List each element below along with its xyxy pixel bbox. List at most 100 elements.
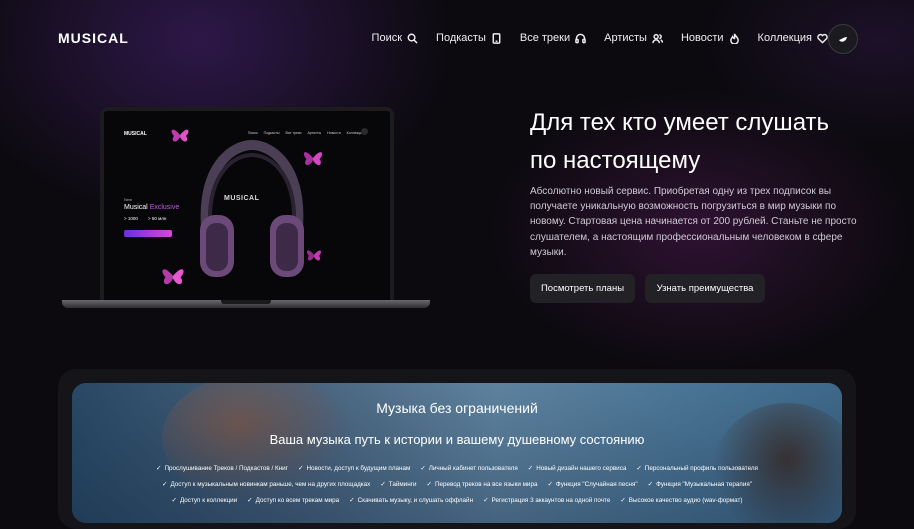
feature-label: Скачивать музыку, и слушать оффлайн xyxy=(357,496,474,504)
feature-item: ✓ Новый дизайн нашего сервиса xyxy=(527,464,627,473)
feature-label: Доступ ко всем трекам мира xyxy=(255,496,340,504)
check-icon: ✓ xyxy=(647,481,654,488)
mini-nav-item: Подкасты xyxy=(263,131,280,135)
feature-label: Персональный профиль пользователя xyxy=(644,464,758,472)
nav-label: Все треки xyxy=(519,32,571,44)
check-icon: ✓ xyxy=(247,497,253,504)
nav-collection[interactable]: Коллекция xyxy=(758,32,828,44)
headphones-icon xyxy=(575,33,586,43)
check-icon: ✓ xyxy=(420,465,426,472)
nav-label: Новости xyxy=(680,32,724,44)
features-row: ✓ Прослушивание Треков / Подкастов / Книг… xyxy=(72,464,842,473)
logo[interactable]: MUSICAL xyxy=(58,30,129,46)
mini-logo: MUSICAL xyxy=(124,131,147,137)
avatar-button[interactable] xyxy=(828,24,858,54)
feature-label: Доступ к коллекции xyxy=(179,496,238,504)
features-banner: Музыка без ограничений Ваша музыка путь … xyxy=(72,383,842,523)
check-icon: ✓ xyxy=(483,497,489,504)
mini-nav: Поиск Подкасты Все треки Артисты Новости… xyxy=(248,131,364,135)
feature-item: ✓ Скачивать музыку, и слушать оффлайн xyxy=(349,496,474,505)
mini-avatar xyxy=(361,128,368,135)
check-icon: ✓ xyxy=(620,497,626,504)
banner-title: Музыка без ограничений xyxy=(376,400,538,416)
butterfly-image xyxy=(306,250,322,261)
feature-label: Функция "Случайная песня" xyxy=(555,480,638,488)
check-icon: ✓ xyxy=(161,481,168,488)
feature-item: ✓ Функция "Случайная песня" xyxy=(547,480,638,489)
mini-stat: > 1000 xyxy=(124,216,138,221)
feature-item: ✓ Персональный профиль пользователя xyxy=(636,464,758,473)
feature-item: ✓ Прослушивание Треков / Подкастов / Книг xyxy=(156,464,288,473)
feature-item: ✓ Перевод треков на все языки мира xyxy=(426,480,538,489)
feature-item: ✓ Доступ к коллекции xyxy=(171,496,238,505)
check-icon: ✓ xyxy=(297,465,304,472)
headphones-image xyxy=(200,139,304,277)
mini-nav-item: Поиск xyxy=(247,131,258,135)
nav-all-tracks[interactable]: Все треки xyxy=(520,32,586,44)
headphones-brand: MUSICAL xyxy=(224,195,260,202)
check-icon: ✓ xyxy=(636,465,642,472)
nav-podcasts[interactable]: Подкасты xyxy=(436,32,502,44)
feature-label: Новый дизайн нашего сервиса xyxy=(536,464,627,472)
feature-label: Регистрация 3 аккаунтов на одной почте xyxy=(491,496,611,504)
feature-item: ✓ Регистрация 3 аккаунтов на одной почте xyxy=(483,496,611,505)
nav-label: Поиск xyxy=(371,32,403,44)
banner-subtitle: Ваша музыка путь к истории и вашему душе… xyxy=(269,432,645,447)
mini-stat: > 50 млн xyxy=(148,216,167,221)
check-icon: ✓ xyxy=(156,465,162,472)
laptop-screen: MUSICAL Поиск Подкасты Все треки Артисты… xyxy=(104,111,390,300)
nav-label: Артисты xyxy=(604,32,647,44)
feature-item: ✓ Доступ ко всем трекам мира xyxy=(247,496,340,505)
butterfly-image xyxy=(303,152,323,166)
feature-label: Функция "Музыкальная терапия" xyxy=(656,480,753,488)
view-plans-button[interactable]: Посмотреть планы xyxy=(530,274,635,303)
nav-news[interactable]: Новости xyxy=(681,32,740,44)
learn-benefits-button[interactable]: Узнать преимущества xyxy=(645,274,765,303)
feature-item: ✓ Личный кабинет пользователя xyxy=(420,464,518,473)
mini-nav-item: Все треки xyxy=(285,131,302,135)
mini-button xyxy=(124,230,172,237)
feature-label: Перевод треков на все языки мира xyxy=(434,480,538,488)
heart-icon xyxy=(817,33,828,44)
feature-label: Высокое качество аудио (wav-формат) xyxy=(628,496,743,504)
feature-item: ✓ Доступ к музыкальным новинкам раньше, ч… xyxy=(161,480,371,489)
nav-label: Подкасты xyxy=(436,32,486,44)
check-icon: ✓ xyxy=(171,497,177,504)
mini-new-label: New xyxy=(124,197,133,202)
hero-title: Для тех кто умеет слушать по настоящему xyxy=(530,109,830,174)
laptop-mockup: MUSICAL Поиск Подкасты Все треки Артисты… xyxy=(100,107,394,300)
mini-title-accent: Exclusive xyxy=(149,204,180,211)
nav-label: Коллекция xyxy=(757,32,812,44)
main-nav: Поиск Подкасты Все треки Артисты Новости… xyxy=(372,32,828,44)
mini-title-main: Musical xyxy=(124,204,150,211)
laptop-notch xyxy=(221,300,271,304)
mini-nav-item: Новости xyxy=(327,131,341,135)
feature-item: ✓ Новости, доступ к будущим планам xyxy=(297,464,411,473)
flame-icon xyxy=(729,33,739,44)
butterfly-image xyxy=(171,129,189,142)
nav-search[interactable]: Поиск xyxy=(372,32,418,44)
feature-label: Личный кабинет пользователя xyxy=(428,464,518,472)
feature-label: Прослушивание Треков / Подкастов / Книг xyxy=(164,464,288,472)
leaf-icon xyxy=(839,37,847,42)
check-icon: ✓ xyxy=(547,481,553,488)
feature-label: Новости, доступ к будущим планам xyxy=(306,464,411,472)
feature-item: ✓ Высокое качество аудио (wav-формат) xyxy=(620,496,743,505)
tablet-icon xyxy=(492,32,501,44)
nav-artists[interactable]: Артисты xyxy=(604,32,663,44)
feature-label: Тайминги xyxy=(388,480,417,488)
check-icon: ✓ xyxy=(527,465,534,472)
users-icon xyxy=(652,33,663,43)
hero-description: Абсолютно новый сервис. Приобретая одну … xyxy=(530,186,857,258)
check-icon: ✓ xyxy=(380,481,386,488)
feature-item: ✓ Функция "Музыкальная терапия" xyxy=(647,480,753,489)
search-icon xyxy=(407,33,418,44)
mini-title: Musical Exclusive xyxy=(124,204,179,211)
feature-item: ✓ Тайминги xyxy=(380,480,417,489)
check-icon: ✓ xyxy=(349,497,355,504)
feature-label: Доступ к музыкальным новинкам раньше, че… xyxy=(170,480,371,488)
butterfly-image xyxy=(162,269,184,285)
check-icon: ✓ xyxy=(426,481,432,488)
features-row: ✓ Доступ к коллекции ✓ Доступ ко всем трек… xyxy=(72,496,842,505)
features-row: ✓ Доступ к музыкальным новинкам раньше, ч… xyxy=(72,480,842,489)
